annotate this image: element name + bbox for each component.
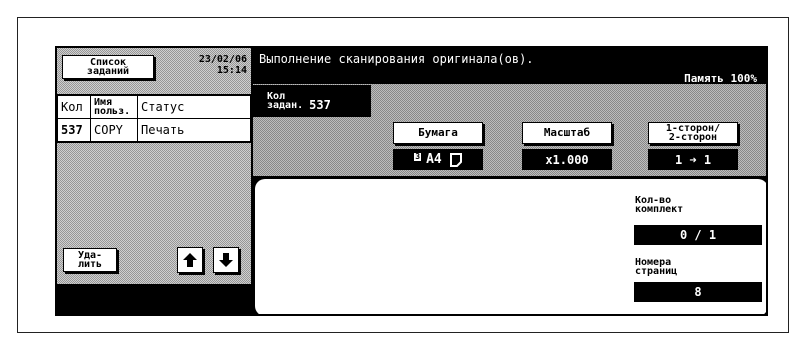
- sets-label: Кол-во комплект: [635, 195, 684, 215]
- paper-tray-number: 3: [414, 151, 422, 161]
- job-number-box: Кол задан. 537: [253, 85, 371, 117]
- job-list-button[interactable]: Список заданий: [62, 55, 154, 79]
- time-text: 15:14: [216, 65, 247, 76]
- zoom-value-box: x1.000: [522, 149, 612, 170]
- arrow-up-icon: [183, 253, 197, 267]
- control-panel-screen: Список заданий 23/02/06 15:14 Кол Имя по…: [55, 46, 768, 316]
- arrow-down-icon: [219, 253, 233, 267]
- job-number-label: Кол задан.: [267, 91, 304, 111]
- sidebar-bottom-bar: [57, 284, 251, 314]
- scroll-down-button[interactable]: [213, 247, 239, 273]
- zoom-label: Масштаб: [543, 126, 591, 139]
- clock: 23/02/06 15:14: [167, 54, 247, 76]
- job-number-value: 537: [309, 98, 331, 112]
- date-text: 23/02/06: [198, 54, 247, 65]
- col-count-header: Кол: [57, 95, 91, 119]
- paper-label: Бумага: [418, 126, 458, 139]
- zoom-button[interactable]: Масштаб: [522, 122, 612, 144]
- row-user: COPY: [90, 118, 138, 142]
- duplex-button[interactable]: 1-сторон/ 2-сторон: [648, 122, 738, 144]
- col-user-header: Имя польз.: [90, 95, 138, 119]
- pages-value-box: 8: [634, 282, 762, 302]
- job-table: Кол Имя польз. Статус 537 COPY Печать: [57, 94, 251, 143]
- table-row[interactable]: 537 COPY Печать: [57, 118, 251, 142]
- paper-size-value: A4: [426, 152, 442, 167]
- sets-value-box: 0 / 1: [634, 225, 762, 245]
- portrait-page-icon: [449, 152, 462, 167]
- scroll-up-button[interactable]: [177, 247, 203, 273]
- paper-value-box: 3 A4: [393, 149, 483, 170]
- row-count: 537: [57, 118, 91, 142]
- col-status-header: Статус: [137, 95, 251, 119]
- pages-label: Номера страниц: [635, 257, 678, 277]
- duplex-label: 1-сторон/ 2-сторон: [665, 123, 721, 143]
- sidebar: [57, 48, 251, 314]
- status-message: Выполнение сканирования оригинала(ов).: [259, 52, 534, 66]
- job-list-button-label: Список заданий: [86, 57, 130, 77]
- delete-button[interactable]: Уда- лить: [63, 248, 117, 272]
- job-table-header: Кол Имя польз. Статус: [57, 95, 251, 119]
- paper-button[interactable]: Бумага: [393, 122, 483, 144]
- delete-button-label: Уда- лить: [77, 250, 103, 270]
- duplex-value-box: 1 ➜ 1: [648, 149, 738, 170]
- row-status: Печать: [137, 118, 251, 142]
